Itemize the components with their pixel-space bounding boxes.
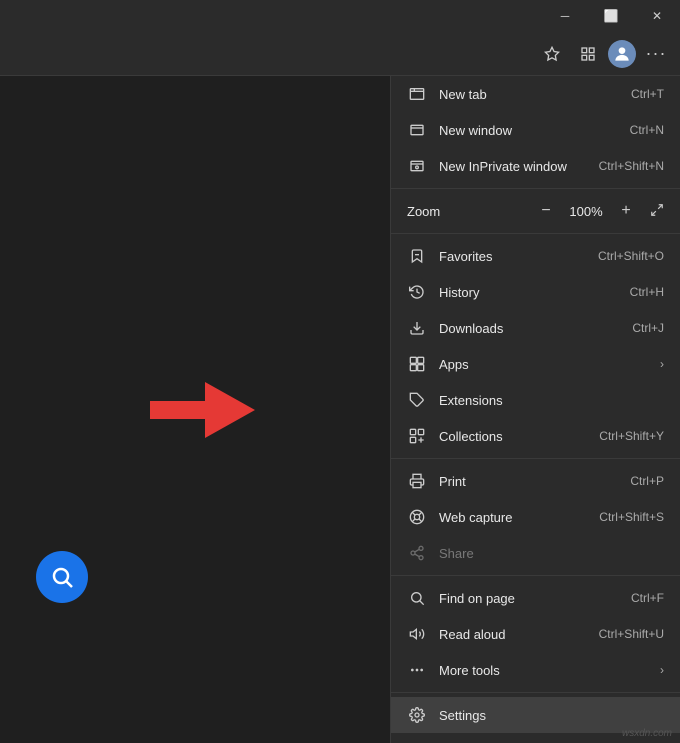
- search-button[interactable]: [36, 551, 88, 603]
- find-shortcut: Ctrl+F: [631, 591, 664, 605]
- menu-item-more-tools[interactable]: More tools ›: [391, 652, 680, 688]
- menu-item-history[interactable]: History Ctrl+H: [391, 274, 680, 310]
- main-content: New tab Ctrl+T New window Ctrl+N: [0, 76, 680, 743]
- read-aloud-shortcut: Ctrl+Shift+U: [599, 627, 664, 641]
- extensions-label: Extensions: [439, 393, 664, 408]
- menu-item-print[interactable]: Print Ctrl+P: [391, 463, 680, 499]
- new-tab-icon: [407, 84, 427, 104]
- new-tab-shortcut: Ctrl+T: [631, 87, 664, 101]
- menu-item-apps[interactable]: Apps ›: [391, 346, 680, 382]
- arrow-indicator: [150, 382, 255, 438]
- menu-item-share: Share: [391, 535, 680, 571]
- menu-item-find[interactable]: Find on page Ctrl+F: [391, 580, 680, 616]
- read-aloud-icon: [407, 624, 427, 644]
- menu-item-read-aloud[interactable]: Read aloud Ctrl+Shift+U: [391, 616, 680, 652]
- collections-shortcut: Ctrl+Shift+Y: [599, 429, 664, 443]
- zoom-expand-button[interactable]: [650, 203, 664, 220]
- favorites-icon: [407, 246, 427, 266]
- close-button[interactable]: ✕: [634, 0, 680, 32]
- profile-avatar[interactable]: [608, 40, 636, 68]
- share-icon: [407, 543, 427, 563]
- collections-icon[interactable]: [572, 38, 604, 70]
- favorites-star-icon[interactable]: [536, 38, 568, 70]
- menu-item-inprivate[interactable]: New InPrivate window Ctrl+Shift+N: [391, 148, 680, 184]
- divider-4: [391, 575, 680, 576]
- new-window-shortcut: Ctrl+N: [630, 123, 664, 137]
- collections-label: Collections: [439, 429, 599, 444]
- downloads-label: Downloads: [439, 321, 632, 336]
- menu-item-new-window[interactable]: New window Ctrl+N: [391, 112, 680, 148]
- zoom-value: 100%: [566, 204, 606, 219]
- menu-item-extensions[interactable]: Extensions: [391, 382, 680, 418]
- divider-1: [391, 188, 680, 189]
- web-capture-icon: [407, 507, 427, 527]
- share-label: Share: [439, 546, 664, 561]
- history-label: History: [439, 285, 630, 300]
- new-window-icon: [407, 120, 427, 140]
- print-icon: [407, 471, 427, 491]
- maximize-button[interactable]: ⬜: [588, 0, 634, 32]
- menu-item-web-capture[interactable]: Web capture Ctrl+Shift+S: [391, 499, 680, 535]
- downloads-icon: [407, 318, 427, 338]
- favorites-shortcut: Ctrl+Shift+O: [598, 249, 664, 263]
- extensions-icon: [407, 390, 427, 410]
- minimize-button[interactable]: ─: [542, 0, 588, 32]
- print-label: Print: [439, 474, 630, 489]
- read-aloud-label: Read aloud: [439, 627, 599, 642]
- watermark: wsxdn.com: [622, 728, 672, 739]
- web-capture-label: Web capture: [439, 510, 599, 525]
- settings-icon: [407, 705, 427, 725]
- web-capture-shortcut: Ctrl+Shift+S: [599, 510, 664, 524]
- downloads-shortcut: Ctrl+J: [632, 321, 664, 335]
- more-tools-arrow-icon: ›: [660, 663, 664, 677]
- find-icon: [407, 588, 427, 608]
- history-icon: [407, 282, 427, 302]
- browser-toolbar: ···: [0, 32, 680, 76]
- more-options-icon[interactable]: ···: [640, 38, 672, 70]
- zoom-label: Zoom: [407, 204, 534, 219]
- zoom-decrease-button[interactable]: −: [534, 199, 558, 223]
- more-tools-icon: [407, 660, 427, 680]
- settings-label: Settings: [439, 708, 664, 723]
- new-tab-label: New tab: [439, 87, 631, 102]
- divider-5: [391, 692, 680, 693]
- menu-item-new-tab[interactable]: New tab Ctrl+T: [391, 76, 680, 112]
- title-bar-controls: ─ ⬜ ✕: [542, 0, 680, 32]
- history-shortcut: Ctrl+H: [630, 285, 664, 299]
- inprivate-label: New InPrivate window: [439, 159, 599, 174]
- collections-menu-icon: [407, 426, 427, 446]
- menu-item-favorites[interactable]: Favorites Ctrl+Shift+O: [391, 238, 680, 274]
- menu-item-collections[interactable]: Collections Ctrl+Shift+Y: [391, 418, 680, 454]
- apps-icon: [407, 354, 427, 374]
- menu-item-downloads[interactable]: Downloads Ctrl+J: [391, 310, 680, 346]
- apps-arrow-icon: ›: [660, 357, 664, 371]
- favorites-label: Favorites: [439, 249, 598, 264]
- title-bar: ─ ⬜ ✕: [0, 0, 680, 32]
- zoom-control: Zoom − 100% +: [391, 193, 680, 229]
- zoom-increase-button[interactable]: +: [614, 199, 638, 223]
- zoom-controls: − 100% +: [534, 199, 664, 223]
- divider-2: [391, 233, 680, 234]
- apps-label: Apps: [439, 357, 652, 372]
- find-label: Find on page: [439, 591, 631, 606]
- dropdown-menu: New tab Ctrl+T New window Ctrl+N: [390, 76, 680, 743]
- new-window-label: New window: [439, 123, 630, 138]
- inprivate-shortcut: Ctrl+Shift+N: [599, 159, 664, 173]
- divider-3: [391, 458, 680, 459]
- inprivate-icon: [407, 156, 427, 176]
- more-tools-label: More tools: [439, 663, 652, 678]
- print-shortcut: Ctrl+P: [630, 474, 664, 488]
